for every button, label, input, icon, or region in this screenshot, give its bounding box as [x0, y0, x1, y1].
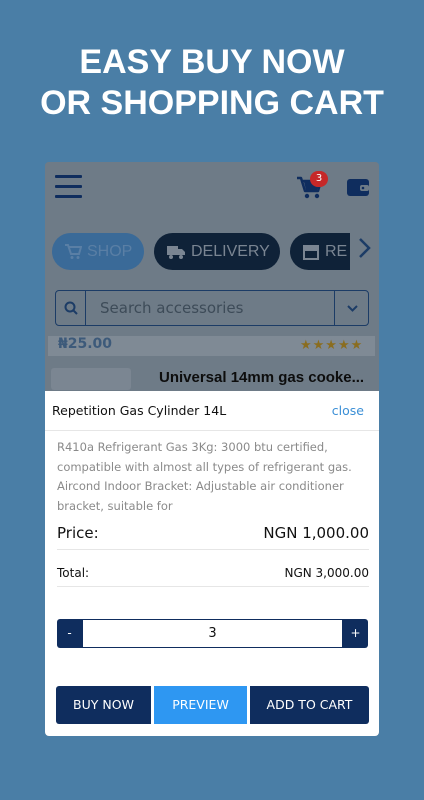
total-value: NGN 3,000.00 — [284, 566, 369, 580]
modal-header: Repetition Gas Cylinder 14L close — [45, 391, 379, 431]
total-label: Total: — [57, 566, 90, 580]
rating-stars: ★★★★★ — [300, 338, 364, 353]
cart-icon — [65, 243, 83, 259]
quantity-input[interactable] — [82, 619, 343, 648]
quantity-stepper: - + — [57, 619, 368, 648]
cart-count-badge: 3 — [310, 171, 328, 187]
headline-line-1: EASY BUY NOW — [79, 43, 345, 81]
chevron-right-icon[interactable] — [356, 237, 372, 259]
search-button[interactable] — [56, 291, 86, 325]
tab-store[interactable]: RE — [290, 233, 350, 270]
increase-quantity-button[interactable]: + — [343, 619, 368, 648]
app-topbar: 3 — [45, 162, 379, 220]
search-dropdown-button[interactable] — [334, 291, 369, 325]
tab-delivery[interactable]: DELIVERY — [154, 233, 280, 270]
category-tabs: SHOP DELIVERY RE — [52, 233, 379, 273]
product-title[interactable]: Universal 14mm gas cooke... — [159, 369, 374, 389]
product-thumbnail[interactable] — [51, 368, 131, 390]
tab-delivery-label: DELIVERY — [191, 243, 270, 260]
search-icon — [64, 301, 78, 315]
tab-shop[interactable]: SHOP — [52, 233, 144, 270]
modal-actions: BUY NOW PREVIEW ADD TO CART — [56, 686, 369, 724]
product-price: ₦25.00 — [58, 336, 113, 352]
store-icon — [303, 244, 319, 260]
price-label: Price: — [57, 524, 99, 542]
preview-button[interactable]: PREVIEW — [154, 686, 247, 724]
buy-now-button[interactable]: BUY NOW — [56, 686, 151, 724]
wallet-icon[interactable] — [346, 177, 370, 197]
tab-shop-label: SHOP — [87, 243, 133, 260]
price-value: NGN 1,000.00 — [263, 524, 369, 542]
product-description: R410a Refrigerant Gas 3Kg: 3000 btu cert… — [57, 440, 352, 513]
modal-title: Repetition Gas Cylinder 14L — [52, 403, 227, 418]
tab-store-label: RE — [325, 243, 348, 260]
price-row: Price: NGN 1,000.00 — [57, 522, 369, 550]
truck-icon — [167, 245, 185, 259]
total-row: Total: NGN 3,000.00 — [57, 563, 369, 587]
chevron-down-icon — [347, 305, 358, 312]
phone-screen: 3 SHOP DELIVERY RE Search accessories ₦2… — [45, 162, 379, 736]
menu-icon[interactable] — [55, 175, 82, 199]
product-price-strip: ₦25.00 ★★★★★ — [48, 336, 375, 356]
headline-line-2: OR SHOPPING CART — [40, 84, 384, 122]
purchase-modal: Repetition Gas Cylinder 14L close R410a … — [45, 391, 379, 736]
promo-headline: EASY BUY NOW OR SHOPPING CART — [0, 42, 424, 124]
close-link[interactable]: close — [332, 403, 364, 418]
decrease-quantity-button[interactable]: - — [57, 619, 82, 648]
search-input[interactable] — [100, 299, 330, 317]
add-to-cart-button[interactable]: ADD TO CART — [250, 686, 369, 724]
search-bar — [55, 290, 369, 326]
